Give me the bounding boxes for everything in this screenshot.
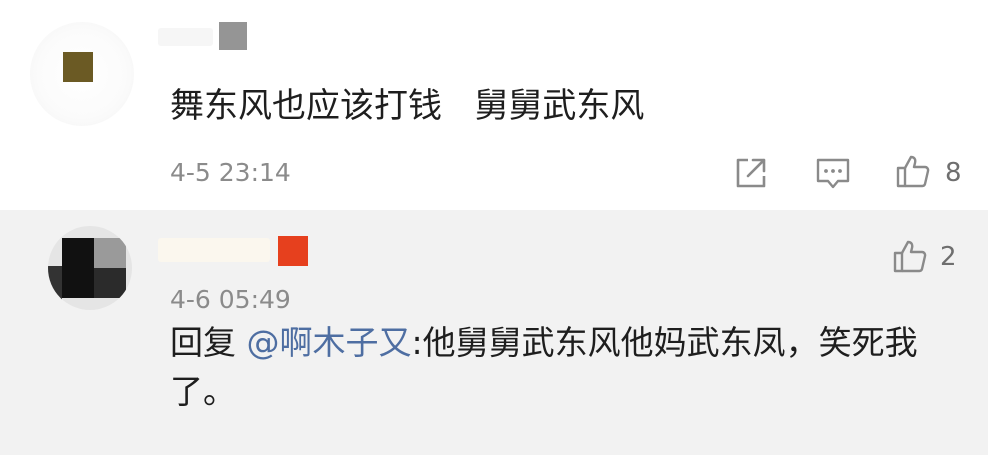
avatar-image — [63, 52, 93, 82]
reply-user-badge — [278, 236, 308, 266]
like-icon[interactable] — [895, 153, 931, 189]
reply-avatar[interactable] — [48, 226, 132, 310]
username-blurred[interactable] — [158, 28, 213, 46]
like-count: 8 — [945, 158, 962, 188]
mention-link[interactable]: @啊木子又 — [247, 323, 412, 362]
reply-username-blurred[interactable] — [158, 238, 270, 262]
comment-text: 舞东风也应该打钱 舅舅武东风 — [170, 86, 645, 126]
comment-timestamp: 4-5 23:14 — [170, 158, 291, 187]
user-badge — [219, 22, 247, 50]
share-icon[interactable] — [733, 155, 769, 191]
edge-divider — [988, 210, 1000, 455]
like-icon[interactable] — [892, 238, 928, 274]
reply-icon[interactable] — [815, 155, 851, 191]
reply-prefix: 回复 — [170, 323, 247, 362]
comment-item: 舞东风也应该打钱 舅舅武东风 4-5 23:14 8 — [0, 0, 1000, 210]
reply-like-count: 2 — [940, 242, 957, 272]
reply-text: 回复 @啊木子又:他舅舅武东风他妈武东凤，笑死我了。 — [170, 318, 960, 416]
reply-timestamp: 4-6 05:49 — [170, 285, 291, 314]
